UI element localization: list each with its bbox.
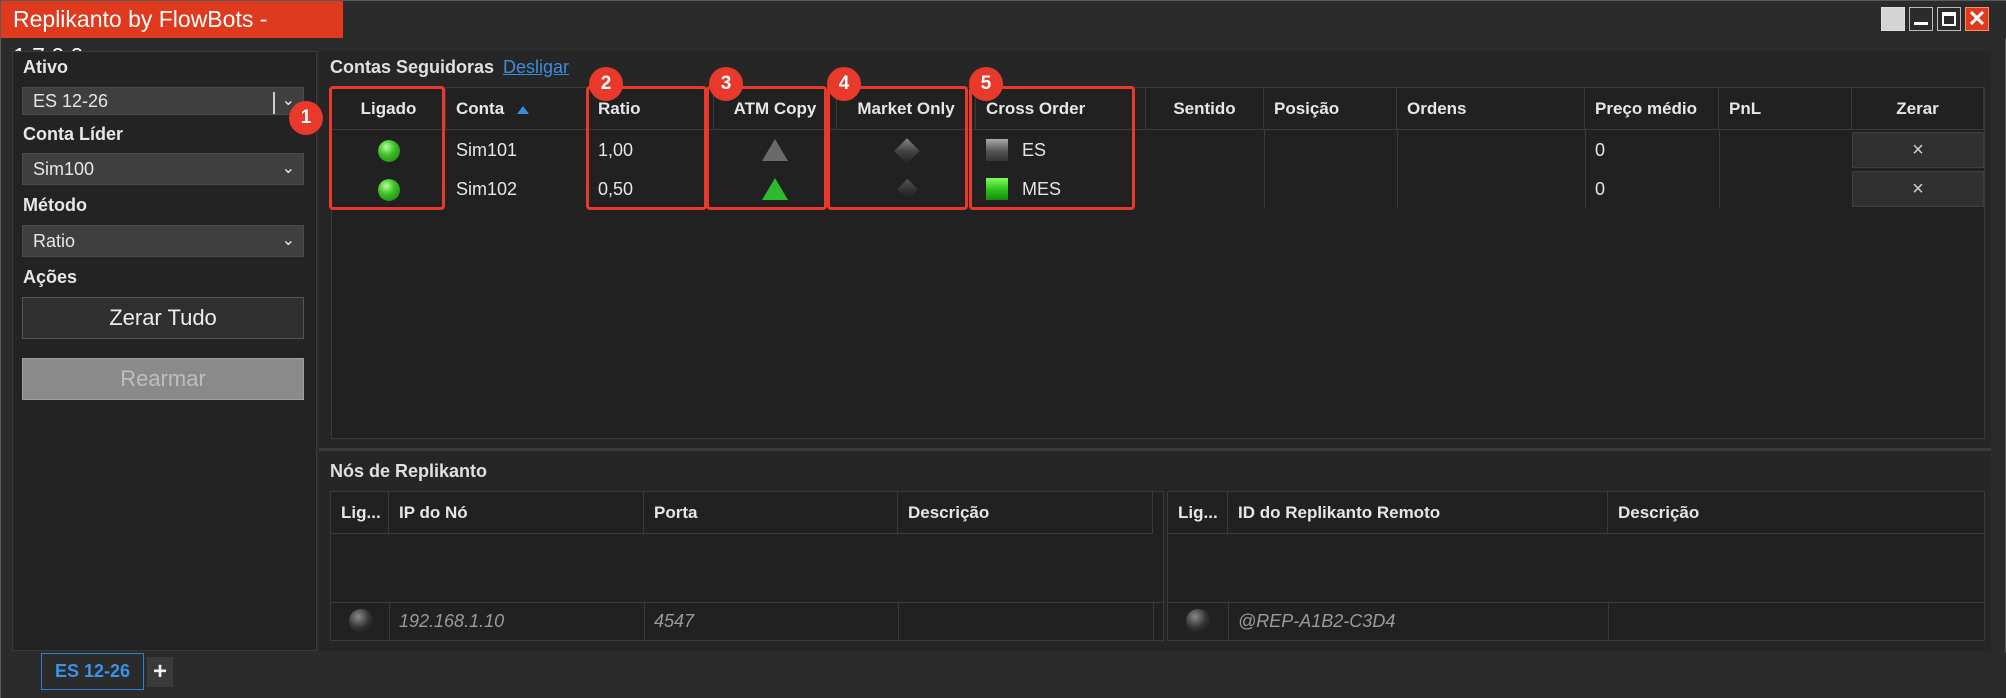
status-led-off[interactable] bbox=[1186, 609, 1210, 633]
column-divider bbox=[1153, 602, 1154, 640]
ativo-select[interactable]: ES 12-26 ⌄ bbox=[22, 87, 304, 115]
app-window: Replikanto by FlowBots - 1.7.0.0 ✕ Ativo… bbox=[0, 0, 2006, 698]
followers-grid: Ligado Conta Ratio ATM Copy Market Only … bbox=[331, 87, 1985, 439]
tab-bar: ES 12-26 + bbox=[1, 653, 2006, 698]
close-icon[interactable]: ✕ bbox=[1965, 7, 1989, 31]
highlight-ligado bbox=[329, 86, 445, 210]
ativo-label: Ativo bbox=[23, 57, 68, 77]
col-conta[interactable]: Conta bbox=[446, 88, 588, 130]
metodo-select[interactable]: Ratio ⌄ bbox=[22, 225, 304, 257]
col-pnl[interactable]: PnL bbox=[1719, 88, 1852, 130]
col-sentido[interactable]: Sentido bbox=[1146, 88, 1264, 130]
column-divider bbox=[1608, 602, 1609, 640]
badge-4: 4 bbox=[827, 67, 861, 101]
followers-title: Contas Seguidoras bbox=[330, 57, 495, 77]
row-conta: Sim102 bbox=[456, 179, 518, 199]
badge-5: 5 bbox=[969, 67, 1003, 101]
add-tab-icon[interactable]: + bbox=[147, 657, 173, 687]
remote-id[interactable]: @REP-A1B2-C3D4 bbox=[1228, 602, 1395, 640]
chevron-down-icon: ⌄ bbox=[281, 160, 295, 177]
col-lig[interactable]: Lig... bbox=[331, 492, 389, 534]
col-ip[interactable]: IP do Nó bbox=[389, 492, 644, 534]
column-divider bbox=[1264, 130, 1265, 208]
ativo-value: ES 12-26 bbox=[33, 91, 109, 111]
sort-asc-icon bbox=[516, 105, 529, 114]
row-preco-medio: 0 bbox=[1595, 140, 1606, 160]
col-lig[interactable]: Lig... bbox=[1168, 492, 1228, 534]
minimize-icon[interactable] bbox=[1909, 7, 1933, 31]
chevron-down-icon: ⌄ bbox=[281, 232, 295, 249]
col-descricao[interactable]: Descrição bbox=[898, 492, 1153, 534]
node-porta[interactable]: 4547 bbox=[644, 602, 694, 640]
zerar-tudo-button[interactable]: Zerar Tudo bbox=[22, 297, 304, 339]
row-zerar-button[interactable]: × bbox=[1852, 132, 1984, 168]
window-controls: ✕ bbox=[1881, 7, 1989, 31]
col-posicao[interactable]: Posição bbox=[1264, 88, 1397, 130]
node-ip[interactable]: 192.168.1.10 bbox=[389, 602, 504, 640]
local-nodes-table: Lig... IP do Nó Porta Descrição 192.168.… bbox=[330, 491, 1165, 641]
window-title: Replikanto by FlowBots - 1.7.0.0 bbox=[1, 1, 343, 69]
main-panel: Contas Seguidoras Desligar Ligado Conta … bbox=[289, 51, 1991, 651]
nodes-title: Nós de Replikanto bbox=[330, 461, 488, 481]
col-zerar[interactable]: Zerar bbox=[1852, 88, 1984, 130]
column-divider bbox=[1719, 130, 1720, 208]
section-divider[interactable] bbox=[319, 448, 1991, 451]
desligar-link[interactable]: Desligar bbox=[503, 57, 569, 78]
rearmar-button[interactable]: Rearmar bbox=[22, 358, 304, 400]
metodo-label: Método bbox=[23, 195, 87, 215]
remote-nodes-table: Lig... ID do Replikanto Remoto Descrição… bbox=[1167, 491, 1986, 641]
status-led-off[interactable] bbox=[349, 609, 373, 633]
row-conta: Sim101 bbox=[456, 140, 518, 160]
badge-3: 3 bbox=[709, 67, 743, 101]
col-porta[interactable]: Porta bbox=[644, 492, 898, 534]
acoes-label: Ações bbox=[23, 267, 78, 287]
conta-lider-select[interactable]: Sim100 ⌄ bbox=[22, 153, 304, 185]
col-remote-id[interactable]: ID do Replikanto Remoto bbox=[1228, 492, 1608, 534]
column-divider bbox=[1397, 130, 1398, 208]
tab-es-12-26[interactable]: ES 12-26 bbox=[41, 653, 144, 690]
badge-2: 2 bbox=[589, 67, 623, 101]
highlight-ratio bbox=[586, 86, 707, 210]
select-separator bbox=[273, 92, 275, 114]
row-zerar-button[interactable]: × bbox=[1852, 171, 1984, 207]
col-descricao[interactable]: Descrição bbox=[1608, 492, 1984, 534]
highlight-cross-order bbox=[969, 86, 1135, 210]
metodo-value: Ratio bbox=[33, 231, 76, 251]
conta-lider-label: Conta Líder bbox=[23, 124, 124, 144]
highlight-market-only bbox=[827, 86, 968, 210]
col-preco-medio[interactable]: Preço médio bbox=[1585, 88, 1719, 130]
window-option-button[interactable] bbox=[1881, 7, 1905, 31]
maximize-icon[interactable] bbox=[1937, 7, 1961, 31]
title-bar: Replikanto by FlowBots - 1.7.0.0 ✕ bbox=[1, 1, 2006, 69]
row-preco-medio: 0 bbox=[1595, 179, 1606, 199]
highlight-atm-copy bbox=[706, 86, 827, 210]
col-conta-label: Conta bbox=[456, 99, 505, 118]
column-divider bbox=[898, 602, 899, 640]
col-ordens[interactable]: Ordens bbox=[1397, 88, 1585, 130]
conta-lider-value: Sim100 bbox=[33, 159, 95, 179]
sidebar: Ativo ES 12-26 ⌄ Conta Líder Sim100 ⌄ Mé… bbox=[12, 51, 317, 651]
badge-1: 1 bbox=[289, 101, 323, 135]
